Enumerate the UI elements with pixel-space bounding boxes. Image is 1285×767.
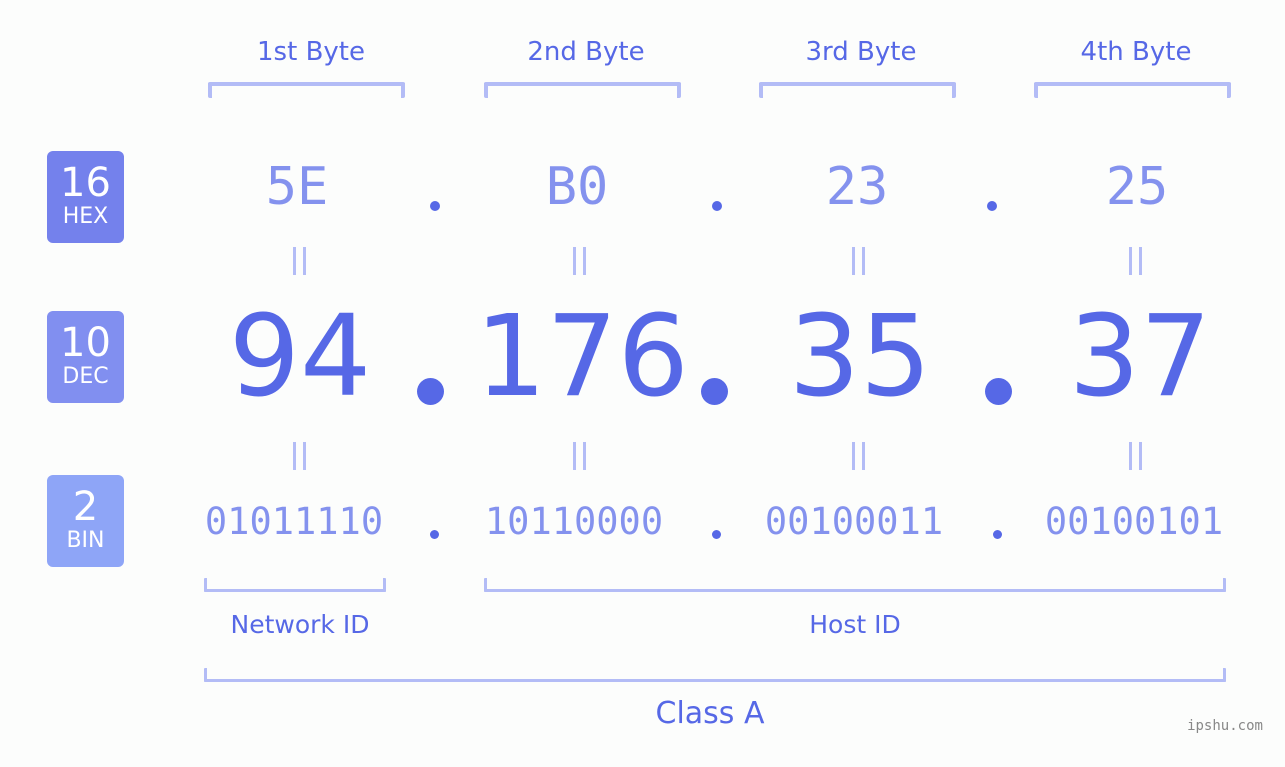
bin-badge-unit: BIN	[66, 528, 105, 553]
byte-1-bracket	[208, 82, 405, 98]
byte-header-4: 4th Byte	[1080, 37, 1192, 67]
byte-header-3: 3rd Byte	[805, 37, 917, 67]
bin-dot-separator	[430, 530, 439, 539]
equals-icon	[849, 247, 869, 275]
bin-octet-4: 00100101	[1044, 500, 1224, 543]
hex-octet-2: B0	[545, 157, 609, 217]
dec-badge: 10 DEC	[47, 311, 124, 403]
dec-octet-1: 94	[228, 292, 372, 422]
class-bracket	[204, 668, 1226, 682]
dec-octet-4: 37	[1068, 292, 1212, 422]
network-id-label: Network ID	[230, 610, 370, 639]
host-id-bracket	[484, 578, 1226, 592]
dec-dot-separator	[417, 378, 444, 405]
dec-badge-base: 10	[60, 320, 111, 366]
dec-dot-separator	[985, 378, 1012, 405]
host-id-label: Host ID	[809, 610, 901, 639]
ip-class-label: Class A	[655, 696, 765, 731]
dec-dot-separator	[701, 378, 728, 405]
hex-octet-1: 5E	[265, 157, 329, 217]
bin-octet-2: 10110000	[484, 500, 664, 543]
hex-badge: 16 HEX	[47, 151, 124, 243]
dec-badge-unit: DEC	[62, 364, 109, 389]
network-id-bracket	[204, 578, 386, 592]
hex-octet-3: 23	[825, 157, 889, 217]
hex-dot-separator	[987, 201, 997, 211]
hex-dot-separator	[430, 201, 440, 211]
bin-octet-3: 00100011	[764, 500, 944, 543]
equals-icon	[849, 442, 869, 470]
bin-dot-separator	[712, 530, 721, 539]
byte-3-bracket	[759, 82, 956, 98]
hex-octet-4: 25	[1105, 157, 1169, 217]
byte-4-bracket	[1034, 82, 1231, 98]
dec-octet-3: 35	[788, 292, 932, 422]
hex-badge-unit: HEX	[62, 204, 109, 229]
byte-2-bracket	[484, 82, 681, 98]
hex-dot-separator	[712, 201, 722, 211]
equals-icon	[570, 247, 590, 275]
watermark: ipshu.com	[1187, 718, 1263, 734]
byte-header-1: 1st Byte	[257, 37, 365, 67]
dec-octet-2: 176	[475, 292, 689, 422]
byte-header-2: 2nd Byte	[527, 37, 645, 67]
hex-badge-base: 16	[60, 160, 111, 206]
equals-icon	[570, 442, 590, 470]
equals-icon	[290, 247, 310, 275]
bin-badge: 2 BIN	[47, 475, 124, 567]
bin-octet-1: 01011110	[204, 500, 384, 543]
bin-badge-base: 2	[72, 484, 99, 530]
bin-dot-separator	[993, 530, 1002, 539]
equals-icon	[1126, 442, 1146, 470]
equals-icon	[290, 442, 310, 470]
equals-icon	[1126, 247, 1146, 275]
